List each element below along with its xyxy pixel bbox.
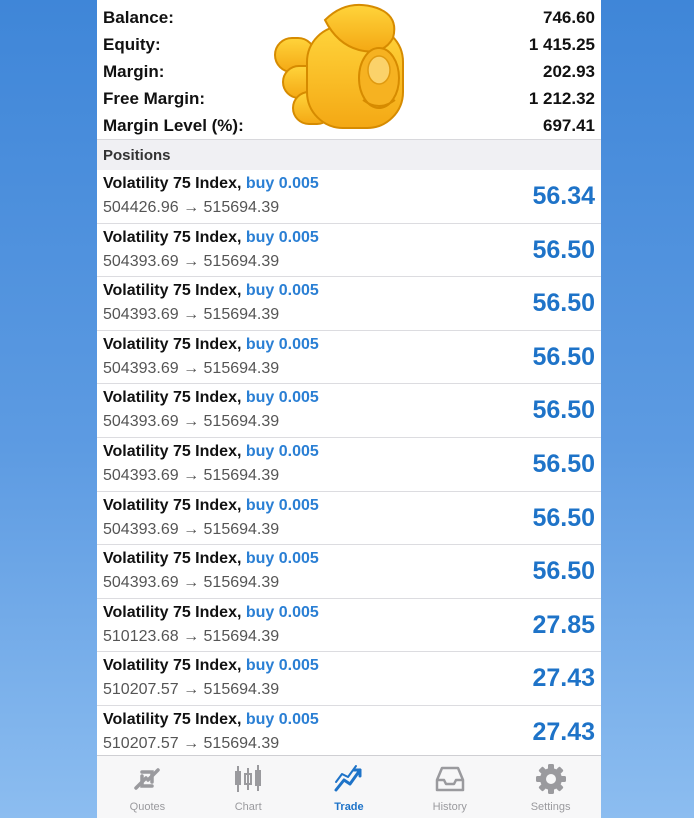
tab-trade-label: Trade bbox=[334, 801, 364, 813]
position-direction: buy 0.005 bbox=[245, 228, 319, 246]
position-row[interactable]: Volatility 75 Index, buy 0.005 504393.69… bbox=[97, 331, 601, 385]
position-row[interactable]: Volatility 75 Index, buy 0.005 504393.69… bbox=[97, 224, 601, 278]
position-prices: 504393.69 → 515694.39 bbox=[103, 413, 280, 431]
tab-quotes-label: Quotes bbox=[129, 801, 166, 813]
chart-icon bbox=[235, 765, 262, 792]
equity-label: Equity: bbox=[103, 34, 161, 54]
position-symbol: Volatility 75 Index, bbox=[103, 496, 242, 514]
position-row[interactable]: Volatility 75 Index, buy 0.005 504393.69… bbox=[97, 277, 601, 331]
position-profit: 56.50 bbox=[532, 289, 595, 318]
position-symbol: Volatility 75 Index, bbox=[103, 657, 242, 675]
equity-row: Equity: 1 415.25 bbox=[103, 31, 595, 58]
free-margin-label: Free Margin: bbox=[103, 88, 206, 108]
position-prices: 510207.57 → 515694.39 bbox=[103, 734, 280, 752]
position-direction: buy 0.005 bbox=[245, 389, 319, 407]
trade-icon bbox=[334, 765, 362, 792]
position-direction: buy 0.005 bbox=[245, 710, 319, 728]
margin-level-label: Margin Level (%): bbox=[103, 115, 244, 135]
position-prices: 504393.69 → 515694.39 bbox=[103, 466, 280, 484]
position-prices: 504393.69 → 515694.39 bbox=[103, 520, 280, 538]
position-symbol: Volatility 75 Index, bbox=[103, 175, 242, 192]
position-row[interactable]: Volatility 75 Index, buy 0.005 510207.57… bbox=[97, 652, 601, 706]
position-profit: 56.50 bbox=[532, 235, 595, 264]
position-prices: 504426.96 → 515694.39 bbox=[103, 199, 280, 216]
tab-settings-label: Settings bbox=[530, 801, 571, 813]
balance-row: Balance: 746.60 bbox=[103, 4, 595, 31]
position-profit: 56.50 bbox=[532, 342, 595, 371]
position-direction: buy 0.005 bbox=[245, 550, 319, 568]
position-profit: 56.50 bbox=[532, 503, 595, 532]
position-profit: 56.50 bbox=[532, 396, 595, 425]
margin-level-row: Margin Level (%): 697.41 bbox=[103, 112, 595, 139]
tab-trade[interactable]: Trade bbox=[299, 756, 399, 813]
position-row[interactable]: Volatility 75 Index, buy 0.005 504393.69… bbox=[97, 545, 601, 599]
position-direction: buy 0.005 bbox=[245, 335, 319, 353]
position-prices: 510123.68 → 515694.39 bbox=[103, 627, 280, 645]
free-margin-row: Free Margin: 1 212.32 bbox=[103, 85, 595, 112]
account-summary: Balance: 746.60 Equity: 1 415.25 Margin:… bbox=[97, 0, 601, 139]
position-row[interactable]: Volatility 75 Index, buy 0.005 504393.69… bbox=[97, 438, 601, 492]
tab-quotes[interactable]: Quotes bbox=[97, 756, 197, 813]
balance-label: Balance: bbox=[103, 7, 174, 27]
balance-value: 746.60 bbox=[543, 7, 595, 27]
margin-level-value: 697.41 bbox=[543, 115, 595, 135]
free-margin-value: 1 212.32 bbox=[528, 88, 595, 108]
tab-history-label: History bbox=[432, 801, 467, 813]
position-profit: 27.43 bbox=[532, 664, 595, 693]
history-icon bbox=[435, 766, 465, 792]
position-profit: 56.50 bbox=[532, 449, 595, 478]
position-profit: 27.85 bbox=[532, 610, 595, 639]
gear-icon bbox=[535, 764, 566, 794]
position-symbol: Volatility 75 Index, bbox=[103, 389, 242, 407]
quotes-icon bbox=[134, 768, 161, 790]
position-symbol: Volatility 75 Index, bbox=[103, 710, 242, 728]
position-symbol: Volatility 75 Index, bbox=[103, 228, 242, 246]
tab-chart-label: Chart bbox=[234, 801, 262, 813]
position-symbol: Volatility 75 Index, bbox=[103, 442, 242, 460]
position-prices: 504393.69 → 515694.39 bbox=[103, 574, 280, 592]
position-row[interactable]: Volatility 75 Index, buy 0.005 510207.57… bbox=[97, 706, 601, 760]
position-symbol: Volatility 75 Index, bbox=[103, 282, 242, 300]
position-symbol: Volatility 75 Index, bbox=[103, 335, 242, 353]
bottom-tab-bar: Quotes Chart Trade History Settings bbox=[97, 755, 601, 818]
tab-settings[interactable]: Settings bbox=[501, 756, 601, 813]
position-prices: 504393.69 → 515694.39 bbox=[103, 359, 280, 377]
position-direction: buy 0.005 bbox=[245, 496, 319, 514]
position-direction: buy 0.005 bbox=[245, 282, 319, 300]
margin-value: 202.93 bbox=[543, 61, 595, 81]
position-direction: buy 0.005 bbox=[245, 442, 319, 460]
position-symbol: Volatility 75 Index, bbox=[103, 603, 242, 621]
position-direction: buy 0.005 bbox=[245, 657, 319, 675]
equity-value: 1 415.25 bbox=[528, 34, 595, 54]
position-prices: 510207.57 → 515694.39 bbox=[103, 681, 280, 699]
position-row[interactable]: Volatility 75 Index, buy 0.005 504393.69… bbox=[97, 384, 601, 438]
margin-label: Margin: bbox=[103, 61, 165, 81]
position-row[interactable]: Volatility 75 Index, buy 0.005 504393.69… bbox=[97, 492, 601, 546]
margin-row: Margin: 202.93 bbox=[103, 58, 595, 85]
position-prices: 504393.69 → 515694.39 bbox=[103, 306, 280, 324]
position-prices: 504393.69 → 515694.39 bbox=[103, 252, 280, 270]
position-direction: buy 0.005 bbox=[245, 175, 319, 192]
position-profit: 27.43 bbox=[532, 717, 595, 746]
position-profit: 56.50 bbox=[532, 557, 595, 586]
trade-screen: Balance: 746.60 Equity: 1 415.25 Margin:… bbox=[97, 0, 601, 818]
positions-list: Volatility 75 Index, buy 0.005 504426.96… bbox=[97, 170, 601, 760]
positions-header: Positions bbox=[97, 139, 601, 170]
position-row[interactable]: Volatility 75 Index, buy 0.005 510123.68… bbox=[97, 599, 601, 653]
position-profit: 56.34 bbox=[532, 182, 595, 210]
position-row[interactable]: Volatility 75 Index, buy 0.005 504426.96… bbox=[97, 170, 601, 224]
tab-chart[interactable]: Chart bbox=[198, 756, 298, 813]
position-symbol: Volatility 75 Index, bbox=[103, 550, 242, 568]
tab-history[interactable]: History bbox=[400, 756, 500, 813]
position-direction: buy 0.005 bbox=[245, 603, 319, 621]
